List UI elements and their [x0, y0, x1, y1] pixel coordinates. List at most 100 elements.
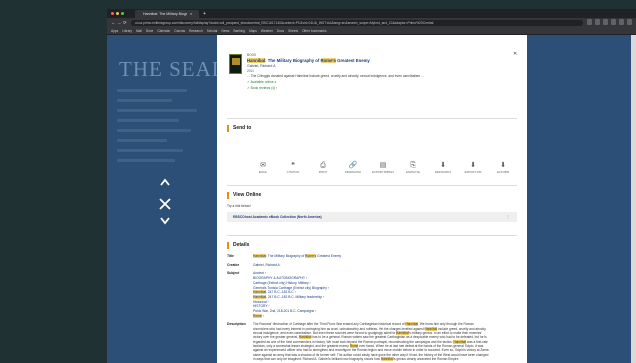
- details-description: The Romans' destruction of Carthage afte…: [253, 322, 489, 361]
- tab-title: Hannibal: The Military Biogr: [143, 12, 188, 16]
- send-to-icon: ⬇: [500, 162, 506, 169]
- bookmark-item[interactable]: Drive: [146, 27, 153, 35]
- reload-icon[interactable]: ⟳: [123, 19, 127, 26]
- book-cover: [229, 54, 242, 74]
- send-to-easybib[interactable]: ⬇ EASYBIB: [492, 161, 514, 174]
- send-to-label: ENDNOTE: [406, 170, 420, 174]
- send-to-label: EXPORT BIBTEX: [372, 170, 395, 174]
- url-input[interactable]: ui.ua.primo.exlibrisgroup.com/discovery/…: [131, 19, 583, 26]
- bookmark-item[interactable]: Scholar: [207, 27, 218, 35]
- details-row: Subject Ancient › BIOGRAPHY & AUTOBIOGRAPH…: [227, 271, 517, 318]
- bookmark-item[interactable]: Research: [189, 27, 203, 35]
- details-row: Description The Romans' destruction of Ca…: [227, 322, 517, 361]
- left-margin: [0, 0, 107, 363]
- record-detail-panel: ✕ BOOK Hannibal: The Military Biography …: [217, 35, 527, 363]
- bookmark-item[interactable]: Calendar: [157, 27, 170, 35]
- send-to-label: PRINT: [318, 170, 328, 174]
- send-to-heading: Send to: [227, 125, 517, 132]
- address-bar-row: ← → ⟳ ui.ua.primo.exlibrisgroup.com/disc…: [107, 18, 636, 27]
- close-window-dot[interactable]: [111, 12, 114, 15]
- divider: [227, 235, 517, 236]
- extension-icon[interactable]: [611, 19, 616, 25]
- details-row: Title Hannibal: The Military Biography of…: [227, 254, 517, 259]
- more-options-icon[interactable]: ⋮: [506, 212, 510, 222]
- details-row: Creator Gabriel, Richard A.: [227, 263, 517, 268]
- bookmark-item[interactable]: Apps: [111, 27, 118, 35]
- bookmark-item[interactable]: Weather: [261, 27, 273, 35]
- send-to-export-ris[interactable]: ⬇ EXPORT RIS: [462, 161, 484, 174]
- send-to-icon: ⎘: [410, 162, 416, 169]
- new-tab-button[interactable]: +: [203, 10, 206, 18]
- online-source-link[interactable]: EBSCOhost Academic eBook Collection (Nor…: [233, 212, 322, 222]
- send-to-label: CITATION: [286, 170, 300, 174]
- details-label: Subject: [227, 271, 240, 276]
- bookmark-item[interactable]: Canvas: [174, 27, 185, 35]
- back-icon[interactable]: ←: [111, 19, 116, 26]
- send-to-label: EXPORT RIS: [464, 170, 482, 174]
- send-to-label: PERMALINK: [344, 170, 362, 174]
- extension-icon[interactable]: [603, 19, 608, 25]
- menu-icon[interactable]: [627, 19, 632, 25]
- details-section: Details: [227, 242, 517, 249]
- background-page-content: [117, 89, 197, 169]
- send-to-permalink[interactable]: 🔗 PERMALINK: [342, 161, 364, 174]
- details-link[interactable]: Gabriel, Richard A.: [253, 263, 517, 268]
- send-to-icon: ▤: [379, 162, 387, 169]
- tab-bar: Hannibal: The Military Biogr × +: [107, 9, 636, 18]
- send-to-icon: ⬇: [470, 162, 476, 169]
- view-online-heading: View Online: [227, 192, 517, 199]
- tab-close-icon[interactable]: ×: [190, 10, 192, 18]
- chevron-up-icon[interactable]: [160, 178, 170, 187]
- close-x-icon[interactable]: [158, 197, 172, 211]
- details-link[interactable]: Rome ›: [253, 313, 517, 319]
- extension-icon[interactable]: [587, 19, 592, 25]
- details-label: Creator: [227, 262, 240, 267]
- forward-icon[interactable]: →: [117, 19, 122, 26]
- bookmark-item[interactable]: Mail: [136, 27, 142, 35]
- bookmarks-list: Apps Library Mail Drive Calendar Canvas Resear…: [111, 27, 327, 35]
- send-to-icon: ✉: [260, 162, 266, 169]
- zoom-window-dot[interactable]: [121, 12, 124, 15]
- scrollbar[interactable]: [631, 35, 636, 363]
- chevron-down-icon[interactable]: [160, 216, 170, 225]
- bookmark-item[interactable]: Maps: [249, 27, 257, 35]
- send-to-refworks[interactable]: ⬇ REFWORKS: [432, 161, 454, 174]
- book-reviews-link[interactable]: ✓ Book reviews (4) ›: [247, 85, 519, 91]
- bookmark-item[interactable]: News: [222, 27, 230, 35]
- divider: [227, 185, 517, 186]
- view-online-hint: Try a link below!: [227, 204, 251, 208]
- bookmark-item[interactable]: Library: [122, 27, 132, 35]
- bookmark-item[interactable]: Other bookmarks: [302, 27, 326, 35]
- send-to-section: Send to: [227, 125, 517, 132]
- send-to-label: REFWORKS: [434, 170, 452, 174]
- send-to-email[interactable]: ✉ EMAIL: [252, 161, 274, 174]
- view-online-section: View Online Try a link below! EBSCOhost …: [227, 192, 517, 222]
- details-label: Title: [227, 254, 234, 258]
- minimize-window-dot[interactable]: [116, 12, 119, 15]
- profile-icon[interactable]: [619, 19, 624, 25]
- background-page-title: THE SEAL: [119, 57, 226, 81]
- send-to-actions: ✉ EMAIL ❝ CITATION ⎙ PRINT 🔗 PERMALINK ▤ EXPORT B…: [252, 161, 514, 174]
- bookmark-item[interactable]: Banking: [234, 27, 246, 35]
- send-to-export-bibtex[interactable]: ▤ EXPORT BIBTEX: [372, 161, 394, 174]
- browser-window: Hannibal: The Military Biogr × + ← → ⟳ u…: [107, 9, 636, 363]
- details-link[interactable]: Hannibal: The Military Biography of Rome…: [253, 254, 517, 259]
- details-table: Title Hannibal: The Military Biography of…: [227, 254, 517, 363]
- bookmark-item[interactable]: Docs: [277, 27, 284, 35]
- send-to-endnote[interactable]: ⎘ ENDNOTE: [402, 161, 424, 174]
- divider: [227, 118, 517, 119]
- send-to-label: EASYBIB: [497, 170, 509, 174]
- extension-icon[interactable]: [595, 19, 600, 25]
- bookmark-item[interactable]: Sheets: [288, 27, 298, 35]
- online-source[interactable]: EBSCOhost Academic eBook Collection (Nor…: [227, 212, 517, 222]
- send-to-label: EMAIL: [258, 170, 268, 174]
- bookmarks-bar: Apps Library Mail Drive Calendar Canvas Resear…: [107, 27, 636, 35]
- details-label: Description: [227, 322, 246, 327]
- extensions-toolbar: [587, 19, 632, 25]
- send-to-print[interactable]: ⎙ PRINT: [312, 161, 334, 174]
- send-to-citation[interactable]: ❝ CITATION: [282, 161, 304, 174]
- send-to-icon: 🔗: [348, 162, 358, 169]
- record-summary: BOOK Hannibal: The Military Biography of…: [247, 53, 519, 91]
- send-to-icon: ❝: [291, 162, 295, 169]
- send-to-icon: ⬇: [440, 162, 446, 169]
